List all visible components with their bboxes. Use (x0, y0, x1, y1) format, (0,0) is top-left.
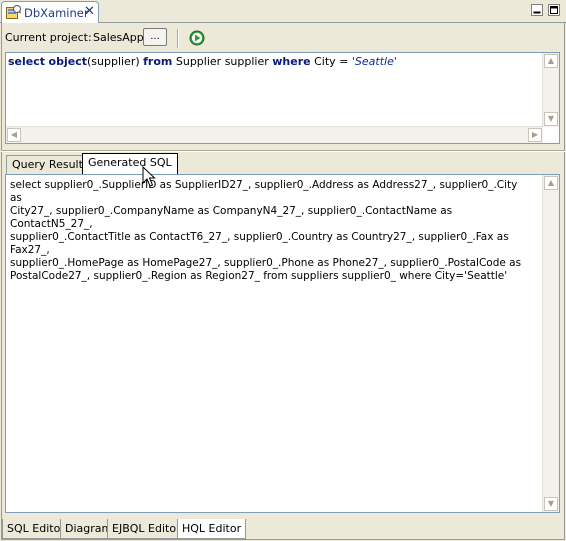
minimize-icon[interactable] (530, 3, 544, 17)
sql-vertical-scrollbar[interactable]: ▲ ▼ (542, 175, 559, 512)
sql-line: supplier0_.HomePage as HomePage27_, supp… (10, 257, 522, 269)
query-text: select object(supplier) from Supplier su… (8, 55, 397, 68)
maximize-icon[interactable] (547, 3, 561, 17)
sash-divider[interactable] (1, 150, 565, 152)
scroll-up-arrow-icon[interactable]: ▲ (544, 54, 558, 68)
query-horizontal-scrollbar[interactable]: ◀ ▶ (6, 126, 543, 143)
query-vertical-scrollbar[interactable]: ▲ ▼ (542, 53, 559, 127)
query-string-literal: 'Seattle' (351, 55, 397, 68)
tab-query-result[interactable]: Query Result (6, 155, 89, 174)
scroll-right-arrow-icon[interactable]: ▶ (528, 128, 542, 142)
generated-sql-text: select supplier0_.SupplierID as Supplier… (10, 179, 532, 283)
scroll-down-arrow-icon[interactable]: ▼ (544, 497, 558, 511)
query-keyword-where: where (272, 55, 311, 68)
query-condition: City = (314, 55, 349, 68)
toolbar-separator (177, 29, 179, 48)
db-examiner-icon (6, 5, 22, 19)
query-object-arg: (supplier) (86, 55, 140, 68)
query-keyword-select: select (8, 55, 46, 68)
sql-line: supplier0_.ContactTitle as ContactT6_27_… (10, 231, 509, 256)
sql-line: select supplier0_.SupplierID as Supplier… (10, 179, 518, 204)
close-icon[interactable]: ✕ (84, 4, 95, 20)
mouse-pointer-icon (142, 166, 156, 187)
run-icon[interactable] (189, 30, 205, 46)
tab-generated-sql[interactable]: Generated SQL (82, 153, 178, 175)
query-editor[interactable]: select object(supplier) from Supplier su… (5, 52, 560, 144)
query-keyword-from: from (143, 55, 173, 68)
results-tab-row: Query Result Generated SQL (5, 153, 560, 175)
query-entity: Supplier supplier (175, 55, 269, 68)
sql-line: City27_, supplier0_.CompanyName as Compa… (10, 205, 453, 230)
browse-project-button[interactable]: ... (143, 28, 167, 46)
tab-hql-editor[interactable]: HQL Editor (177, 519, 247, 539)
sql-line: PostalCode27_, supplier0_.Region as Regi… (10, 270, 508, 282)
scroll-up-arrow-icon[interactable]: ▲ (544, 176, 558, 190)
view-tab-dbxaminer[interactable]: DbXaminer ✕ (1, 1, 99, 23)
scroll-down-arrow-icon[interactable]: ▼ (544, 112, 558, 126)
view-tab-title: DbXaminer (24, 6, 89, 20)
current-project-name: SalesApp (93, 31, 144, 44)
editor-tab-strip: SQL Editor Diagram EJBQL Editor HQL Edit… (1, 518, 565, 540)
query-keyword-object: object (48, 55, 87, 68)
generated-sql-panel[interactable]: select supplier0_.SupplierID as Supplier… (5, 174, 560, 513)
tab-ejbql-editor[interactable]: EJBQL Editor (107, 519, 186, 539)
scroll-left-arrow-icon[interactable]: ◀ (7, 128, 21, 142)
current-project-label: Current project: (5, 31, 92, 44)
